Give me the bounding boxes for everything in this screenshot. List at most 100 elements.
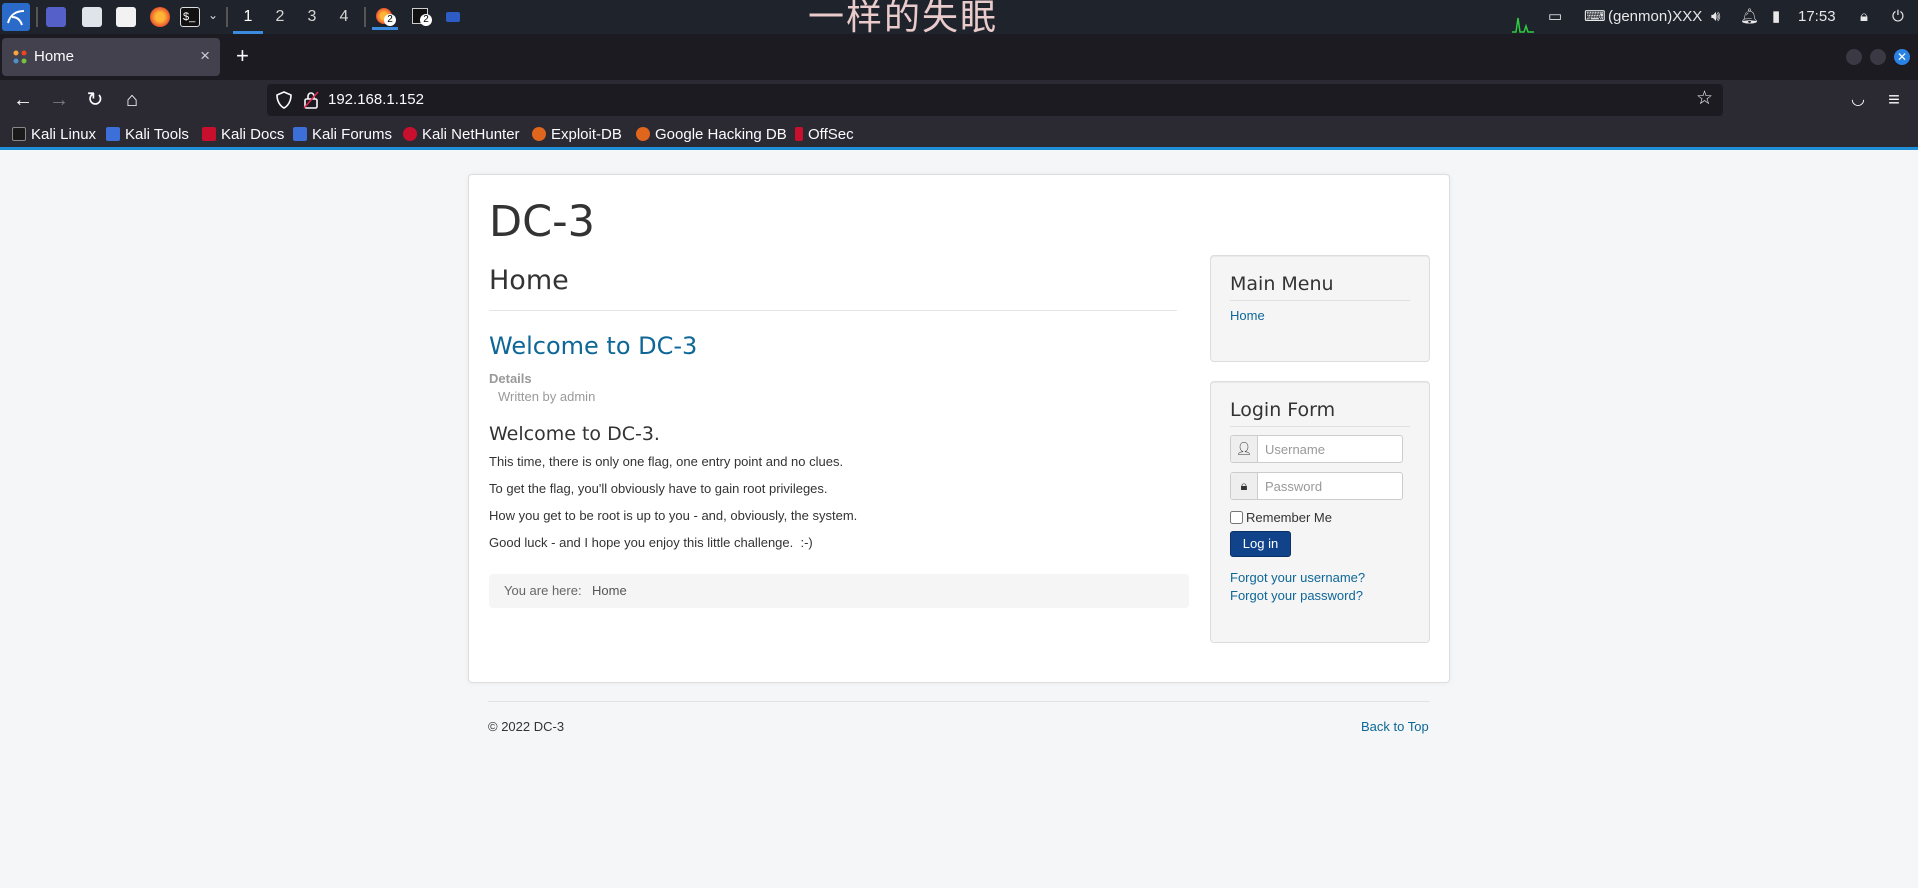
article-details-label: Details xyxy=(489,371,532,386)
breadcrumb: You are here: Home xyxy=(489,574,1189,608)
bookmarks-toolbar: Kali Linux Kali Tools Kali Docs Kali For… xyxy=(0,120,1918,150)
article-paragraph: How you get to be root is up to you - an… xyxy=(489,508,858,523)
bookmark-kali-tools[interactable]: Kali Tools xyxy=(106,124,189,146)
bookmark-kali-docs[interactable]: Kali Docs xyxy=(202,124,284,146)
hamburger-menu-icon[interactable]: ≡ xyxy=(1882,88,1906,112)
maximize-window-button[interactable] xyxy=(1870,49,1886,65)
kali-linux-icon xyxy=(12,127,26,141)
terminal-icon[interactable]: $_ xyxy=(180,7,200,27)
text-editor-icon[interactable] xyxy=(116,7,136,27)
tab-home[interactable]: Home × xyxy=(2,38,220,76)
insecure-lock-icon[interactable] xyxy=(303,91,319,109)
workspace-2[interactable]: 2 xyxy=(265,0,295,34)
forgot-username-link[interactable]: Forgot your username? xyxy=(1230,570,1365,585)
taskbar-window-icon[interactable] xyxy=(446,12,460,22)
close-window-button[interactable]: ✕ xyxy=(1894,49,1910,65)
pocket-icon[interactable]: ◡ xyxy=(1846,88,1870,112)
workspace-1[interactable]: 1 xyxy=(233,0,263,34)
taskbar-terminal[interactable]: 2 xyxy=(408,6,434,30)
bookmark-star-icon[interactable]: ☆ xyxy=(1696,87,1713,110)
url-bar[interactable]: 192.168.1.152 ☆ xyxy=(267,84,1723,116)
kali-menu-icon[interactable] xyxy=(2,3,30,31)
new-tab-button[interactable]: + xyxy=(236,43,249,69)
bookmark-label: Kali Linux xyxy=(31,126,97,143)
offsec-icon xyxy=(795,127,803,141)
login-button[interactable]: Log in xyxy=(1230,531,1291,557)
divider xyxy=(489,310,1177,311)
keyboard-icon[interactable]: ⌨ xyxy=(1584,0,1606,34)
main-menu-module: Main Menu Home xyxy=(1210,255,1430,362)
url-text[interactable]: 192.168.1.152 xyxy=(328,91,424,108)
bookmark-kali-linux[interactable]: Kali Linux xyxy=(12,124,96,146)
tracking-shield-icon[interactable] xyxy=(275,91,293,109)
remember-me-label: Remember Me xyxy=(1246,510,1332,525)
bookmark-label: Kali Forums xyxy=(312,126,393,143)
divider xyxy=(1230,300,1410,301)
bookmark-exploit-db[interactable]: Exploit-DB xyxy=(532,124,622,146)
remember-me[interactable]: Remember Me xyxy=(1230,510,1332,525)
remember-me-checkbox[interactable] xyxy=(1230,511,1243,524)
article-author: Written by admin xyxy=(498,389,596,404)
firefox-icon[interactable] xyxy=(150,7,170,27)
home-icon[interactable]: ⌂ xyxy=(120,88,144,112)
bookmark-google-hacking-db[interactable]: Google Hacking DB xyxy=(636,124,787,146)
article-heading: Welcome to DC-3. xyxy=(489,423,660,445)
username-field: 👤︎ xyxy=(1230,435,1403,463)
panel-separator xyxy=(36,7,38,27)
bookmark-label: Kali Docs xyxy=(221,126,285,143)
tab-title: Home xyxy=(34,48,75,65)
breadcrumb-current: Home xyxy=(592,583,627,598)
workspace-4[interactable]: 4 xyxy=(329,0,359,34)
volume-icon[interactable]: 🔊︎ xyxy=(1711,0,1720,34)
genmon-text: (genmon)XXX xyxy=(1608,8,1703,25)
password-input[interactable] xyxy=(1259,473,1402,499)
close-tab-icon[interactable]: × xyxy=(200,46,210,66)
minimize-window-button[interactable] xyxy=(1846,49,1862,65)
file-manager-icon[interactable] xyxy=(82,7,102,27)
workspace-3[interactable]: 3 xyxy=(297,0,327,34)
window-count-badge: 2 xyxy=(384,14,396,26)
footer-divider xyxy=(488,701,1430,702)
forward-arrow-icon[interactable]: → xyxy=(47,88,71,112)
panel-separator xyxy=(364,7,366,27)
forgot-password-link[interactable]: Forgot your password? xyxy=(1230,588,1363,603)
window-count-badge: 2 xyxy=(420,14,432,26)
back-to-top-link[interactable]: Back to Top xyxy=(1361,719,1429,734)
bookmark-offsec[interactable]: OffSec xyxy=(795,124,854,146)
clock[interactable]: 17:53 xyxy=(1798,0,1836,34)
chevron-down-icon[interactable]: ⌄ xyxy=(208,8,218,22)
login-form-module: Login Form 👤︎ 🔒︎ Remember Me Log in Forg… xyxy=(1210,381,1430,643)
os-top-panel: $_ ⌄ 1 2 3 4 2 2 一样的失眠 ▭ ⌨ (genmon)XXX 🔊… xyxy=(0,0,1918,38)
bookmark-label: Kali Tools xyxy=(125,126,189,143)
lock-screen-icon[interactable]: 🔒︎ xyxy=(1860,0,1868,34)
bookmark-kali-forums[interactable]: Kali Forums xyxy=(293,124,392,146)
bookmark-kali-nethunter[interactable]: Kali NetHunter xyxy=(403,124,520,146)
browser-nav-bar: ← → ↻ ⌂ 192.168.1.152 ☆ ◡ ≡ xyxy=(0,80,1918,120)
site-brand[interactable]: DC-3 xyxy=(489,197,595,247)
bookmark-label: Google Hacking DB xyxy=(655,126,787,143)
back-arrow-icon[interactable]: ← xyxy=(11,88,35,112)
bookmark-label: OffSec xyxy=(808,126,854,143)
show-desktop-icon[interactable] xyxy=(46,7,66,27)
kali-nethunter-icon xyxy=(403,127,417,141)
power-icon[interactable]: ⏻ xyxy=(1892,0,1904,34)
taskbar-firefox[interactable]: 2 xyxy=(372,6,398,30)
site-body: DC-3 Home Welcome to DC-3 Details Writte… xyxy=(468,174,1450,683)
user-icon: 👤︎ xyxy=(1231,436,1258,462)
display-icon[interactable]: ▭ xyxy=(1548,0,1562,34)
main-menu-title: Main Menu xyxy=(1230,273,1334,295)
password-field: 🔒︎ xyxy=(1230,472,1403,500)
article-paragraph: To get the flag, you'll obviously have t… xyxy=(489,481,828,496)
battery-icon[interactable]: ▮ xyxy=(1772,0,1780,34)
reload-icon[interactable]: ↻ xyxy=(83,88,107,112)
notification-bell-icon[interactable]: 🔔︎ xyxy=(1740,0,1759,34)
main-menu-item-home[interactable]: Home xyxy=(1230,308,1265,323)
google-hacking-db-icon xyxy=(636,127,650,141)
divider xyxy=(1230,426,1410,427)
username-input[interactable] xyxy=(1259,436,1402,462)
cpu-graph-icon xyxy=(1512,17,1534,33)
article-title-link[interactable]: Welcome to DC-3 xyxy=(489,332,697,360)
article-paragraph: This time, there is only one flag, one e… xyxy=(489,454,844,469)
browser-tab-bar: Home × + ✕ xyxy=(0,34,1918,80)
article-paragraph: Good luck - and I hope you enjoy this li… xyxy=(489,535,813,550)
